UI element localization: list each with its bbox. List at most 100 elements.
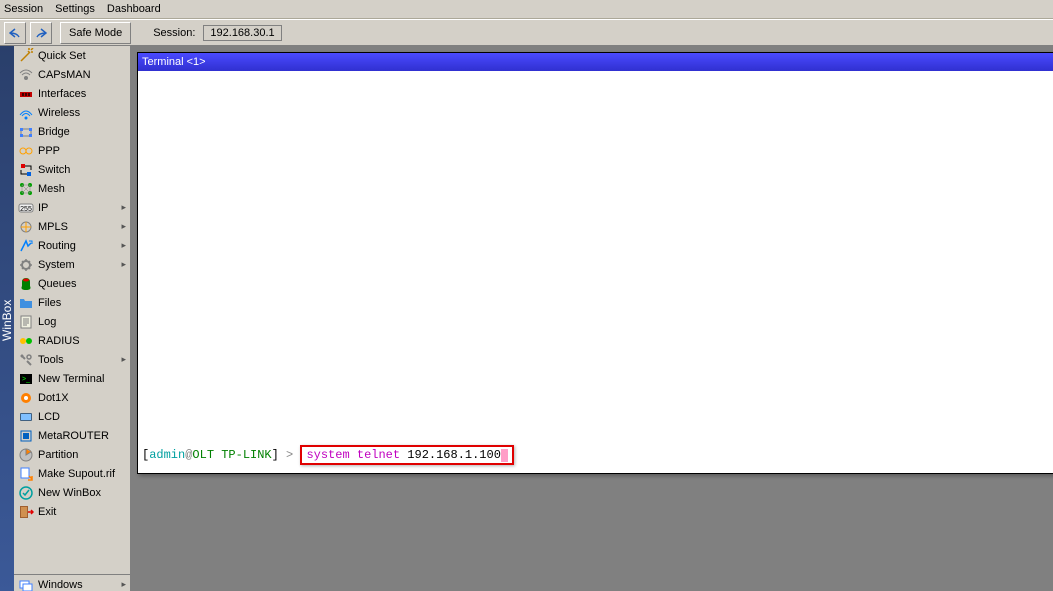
cmd-keyword-system: system — [306, 448, 349, 462]
redo-button[interactable] — [30, 22, 52, 44]
sidebar-item-new-winbox[interactable]: New WinBox — [14, 483, 130, 502]
sidebar-item-radius[interactable]: RADIUS — [14, 331, 130, 350]
sidebar-item-system[interactable]: System ▸ — [14, 255, 130, 274]
tools-icon — [18, 352, 34, 368]
menubar: Session Settings Dashboard — [0, 0, 1053, 19]
lcd-icon — [18, 409, 34, 425]
queues-icon — [18, 276, 34, 292]
log-icon — [18, 314, 34, 330]
caps-icon — [18, 67, 34, 83]
sidebar-item-label: RADIUS — [38, 335, 126, 347]
files-icon — [18, 295, 34, 311]
sidebar-item-label: Routing — [38, 240, 116, 252]
bridge-icon — [18, 124, 34, 140]
sidebar-item-log[interactable]: Log — [14, 312, 130, 331]
sidebar-item-label: PPP — [38, 145, 126, 157]
content-area: Terminal <1> ▁ ✕ ▲ ▼ [admin@OLT TP-LINK]… — [131, 46, 1053, 591]
command-highlight-box: system telnet 192.168.1.100 — [300, 445, 513, 465]
radius-icon — [18, 333, 34, 349]
left-rail-title: WinBox — [0, 46, 14, 591]
sidebar-item-metarouter[interactable]: MetaROUTER — [14, 426, 130, 445]
sidebar-item-label: Partition — [38, 449, 126, 461]
terminal-window: Terminal <1> ▁ ✕ ▲ ▼ [admin@OLT TP-LINK]… — [137, 52, 1053, 474]
sidebar-item-quick-set[interactable]: Quick Set — [14, 46, 130, 65]
sidebar-item-label: System — [38, 259, 116, 271]
sidebar-item-dot1x[interactable]: Dot1X — [14, 388, 130, 407]
partition-icon — [18, 447, 34, 463]
windows-icon — [18, 577, 34, 591]
sidebar-item-mpls[interactable]: MPLS▸ — [14, 217, 130, 236]
session-label: Session: — [153, 27, 195, 39]
sidebar-item-new-terminal[interactable]: >_New Terminal — [14, 369, 130, 388]
sidebar-item-lcd[interactable]: LCD — [14, 407, 130, 426]
wifi-icon — [18, 105, 34, 121]
sidebar-item-label: Exit — [38, 506, 126, 518]
sidebar-item-mesh[interactable]: Mesh — [14, 179, 130, 198]
sidebar-item-bridge[interactable]: Bridge — [14, 122, 130, 141]
safe-mode-button[interactable]: Safe Mode — [60, 22, 131, 44]
sidebar-item-label: MetaROUTER — [38, 430, 126, 442]
sidebar-item-label: Log — [38, 316, 126, 328]
sidebar-item-wireless[interactable]: Wireless — [14, 103, 130, 122]
sidebar-item-label: Interfaces — [38, 88, 126, 100]
sidebar-item-label: Mesh — [38, 183, 126, 195]
wand-icon — [18, 48, 34, 64]
sidebar-item-label: CAPsMAN — [38, 69, 126, 81]
terminal-title: Terminal <1> — [142, 56, 1053, 68]
sidebar-item-label: New WinBox — [38, 487, 126, 499]
sidebar-item-label: Queues — [38, 278, 126, 290]
ppp-icon — [18, 143, 34, 159]
submenu-arrow-icon: ▸ — [120, 354, 126, 365]
mpls-icon — [18, 219, 34, 235]
winbox-icon — [18, 485, 34, 501]
cmd-argument: 192.168.1.100 — [407, 448, 501, 462]
sidebar-item-ip[interactable]: 255IP▸ — [14, 198, 130, 217]
sidebar-item-label: Make Supout.rif — [38, 468, 126, 480]
sidebar-item-routing[interactable]: Routing ▸ — [14, 236, 130, 255]
sidebar-item-windows[interactable]: Windows ▸ — [14, 575, 130, 591]
meta-icon — [18, 428, 34, 444]
submenu-arrow-icon: ▸ — [120, 240, 126, 251]
sidebar-item-tools[interactable]: Tools ▸ — [14, 350, 130, 369]
sidebar-item-files[interactable]: Files — [14, 293, 130, 312]
mesh-icon — [18, 181, 34, 197]
sidebar-item-label: LCD — [38, 411, 126, 423]
terminal-body[interactable]: ▲ ▼ [admin@OLT TP-LINK] > system telnet … — [138, 71, 1053, 473]
sidebar-item-queues[interactable]: Queues — [14, 274, 130, 293]
menu-session[interactable]: Session — [4, 3, 43, 15]
cmd-keyword-telnet: telnet — [357, 448, 400, 462]
sidebar-item-label: Wireless — [38, 107, 126, 119]
sidebar-item-ppp[interactable]: PPP — [14, 141, 130, 160]
submenu-arrow-icon: ▸ — [120, 579, 126, 590]
terminal-titlebar[interactable]: Terminal <1> ▁ ✕ — [138, 53, 1053, 71]
terminal-icon: >_ — [18, 371, 34, 387]
menu-settings[interactable]: Settings — [55, 3, 95, 15]
sidebar-item-label: Dot1X — [38, 392, 126, 404]
iface-icon — [18, 86, 34, 102]
terminal-cursor — [501, 449, 508, 462]
sidebar-item-interfaces[interactable]: Interfaces — [14, 84, 130, 103]
terminal-prompt-line: [admin@OLT TP-LINK] > system telnet 192.… — [142, 445, 514, 465]
sidebar-item-label: Files — [38, 297, 126, 309]
menu-dashboard[interactable]: Dashboard — [107, 3, 161, 15]
sidebar-item-label: Windows — [38, 579, 116, 591]
undo-button[interactable] — [4, 22, 26, 44]
submenu-arrow-icon: ▸ — [120, 221, 126, 232]
sidebar-item-make-supout-rif[interactable]: Make Supout.rif — [14, 464, 130, 483]
sidebar-item-label: Quick Set — [38, 50, 126, 62]
sidebar-item-label: Bridge — [38, 126, 126, 138]
sidebar-item-label: Tools — [38, 354, 116, 366]
submenu-arrow-icon: ▸ — [120, 202, 126, 213]
sidebar-item-capsman[interactable]: CAPsMAN — [14, 65, 130, 84]
exit-icon — [18, 504, 34, 520]
sidebar-item-partition[interactable]: Partition — [14, 445, 130, 464]
dot1x-icon — [18, 390, 34, 406]
sidebar: Quick Set CAPsMAN Interfaces Wireless Bridge… — [14, 46, 131, 591]
sidebar-item-switch[interactable]: Switch — [14, 160, 130, 179]
sidebar-item-label: IP — [38, 202, 116, 214]
sidebar-item-label: Switch — [38, 164, 126, 176]
prompt-user: admin — [149, 448, 185, 462]
svg-text:>_: >_ — [22, 376, 30, 383]
sidebar-item-exit[interactable]: Exit — [14, 502, 130, 521]
submenu-arrow-icon: ▸ — [120, 259, 126, 270]
